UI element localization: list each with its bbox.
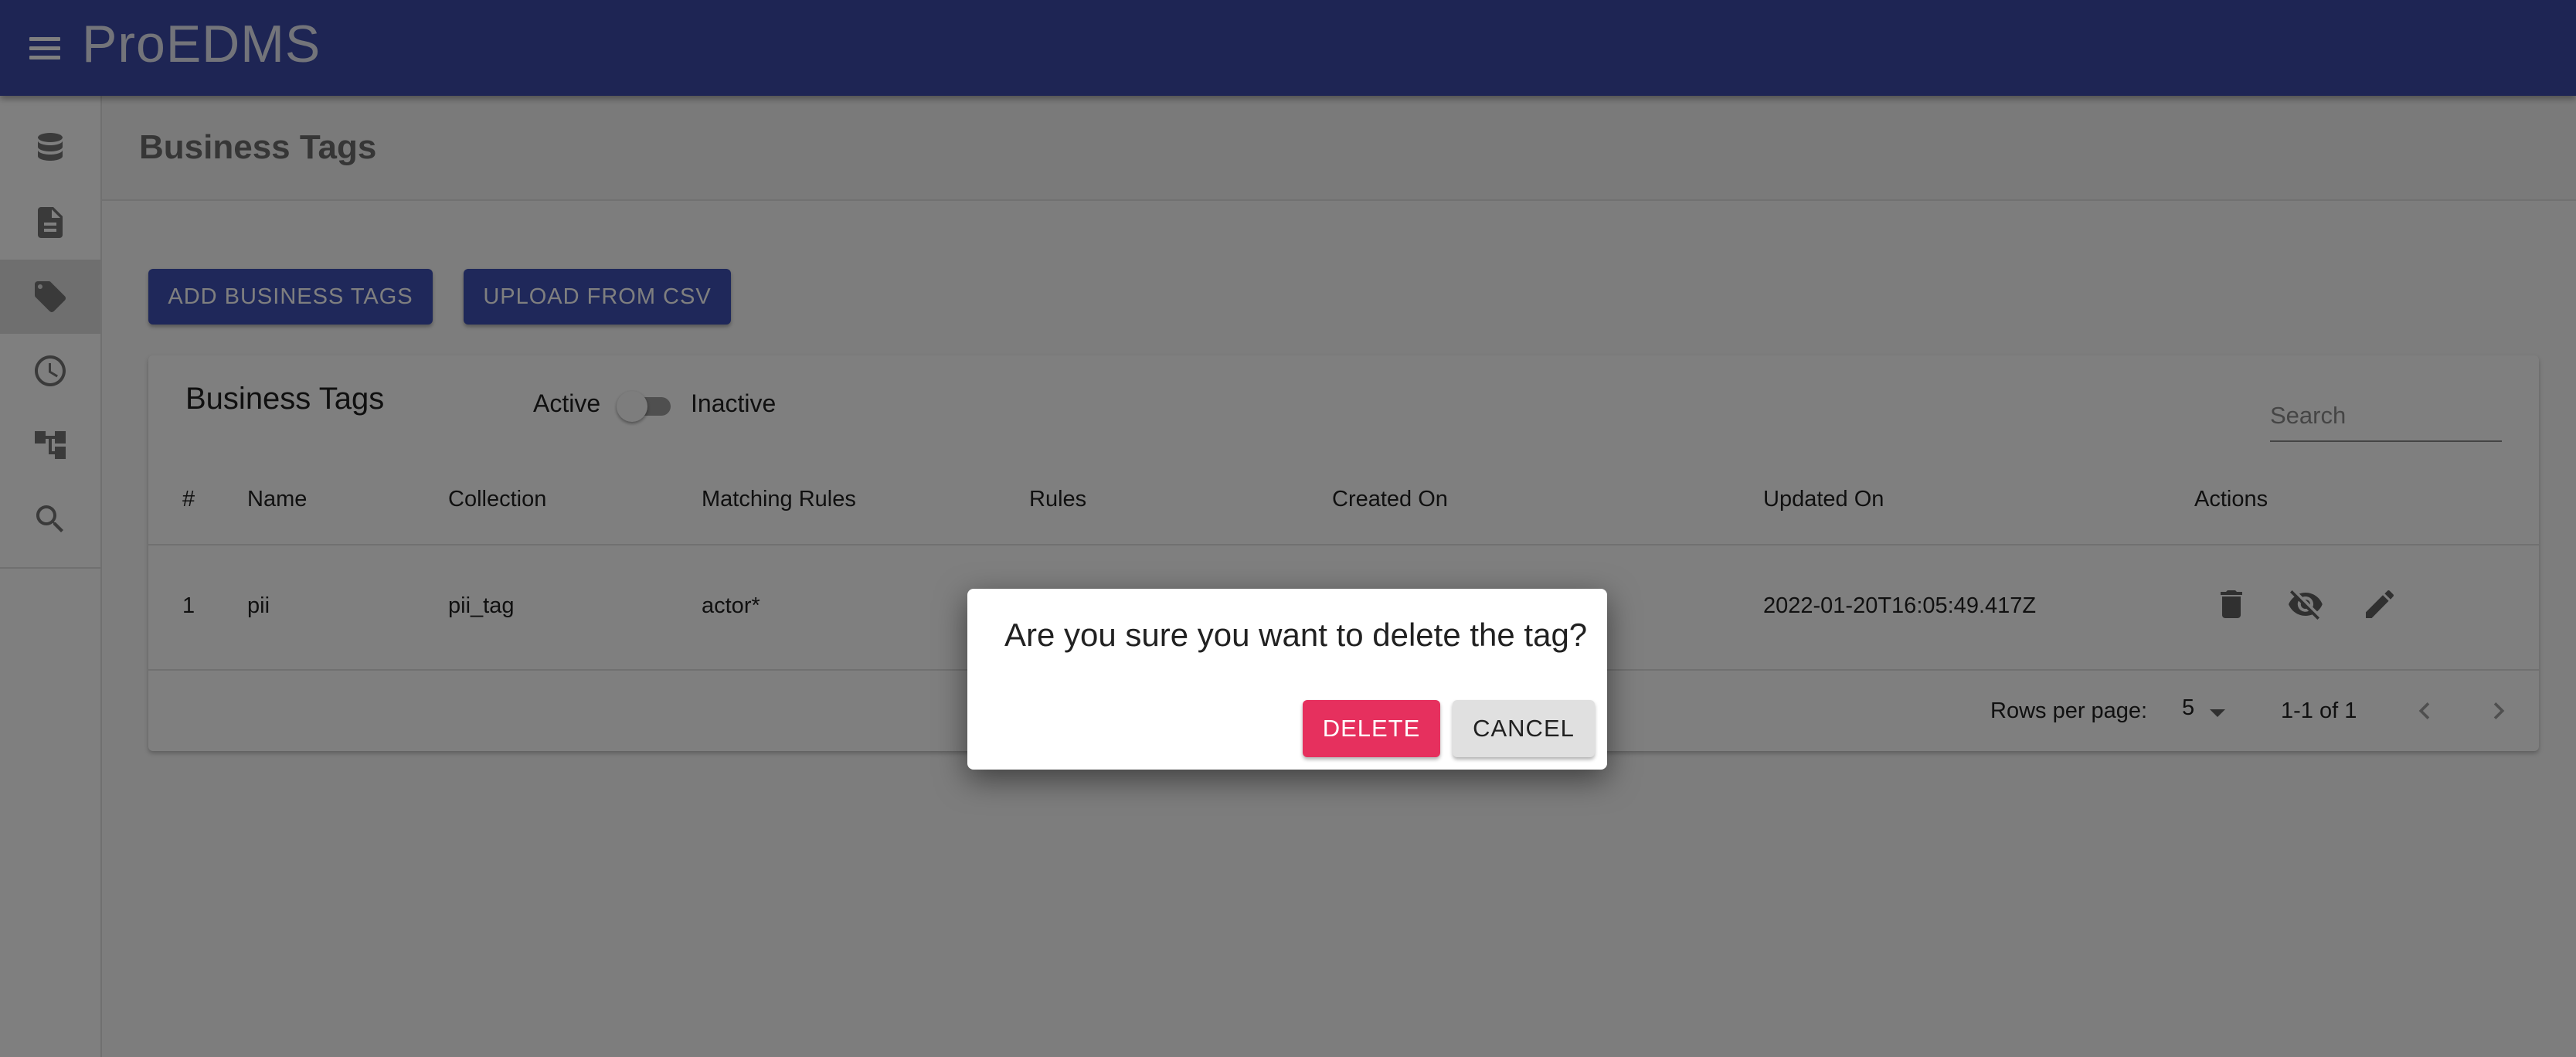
modal-backdrop[interactable] bbox=[0, 0, 2576, 1057]
delete-confirm-dialog: Are you sure you want to delete the tag?… bbox=[967, 589, 1607, 770]
delete-button[interactable]: DELETE bbox=[1303, 700, 1440, 757]
cancel-button[interactable]: CANCEL bbox=[1453, 700, 1595, 757]
dialog-message: Are you sure you want to delete the tag? bbox=[1004, 617, 1588, 653]
